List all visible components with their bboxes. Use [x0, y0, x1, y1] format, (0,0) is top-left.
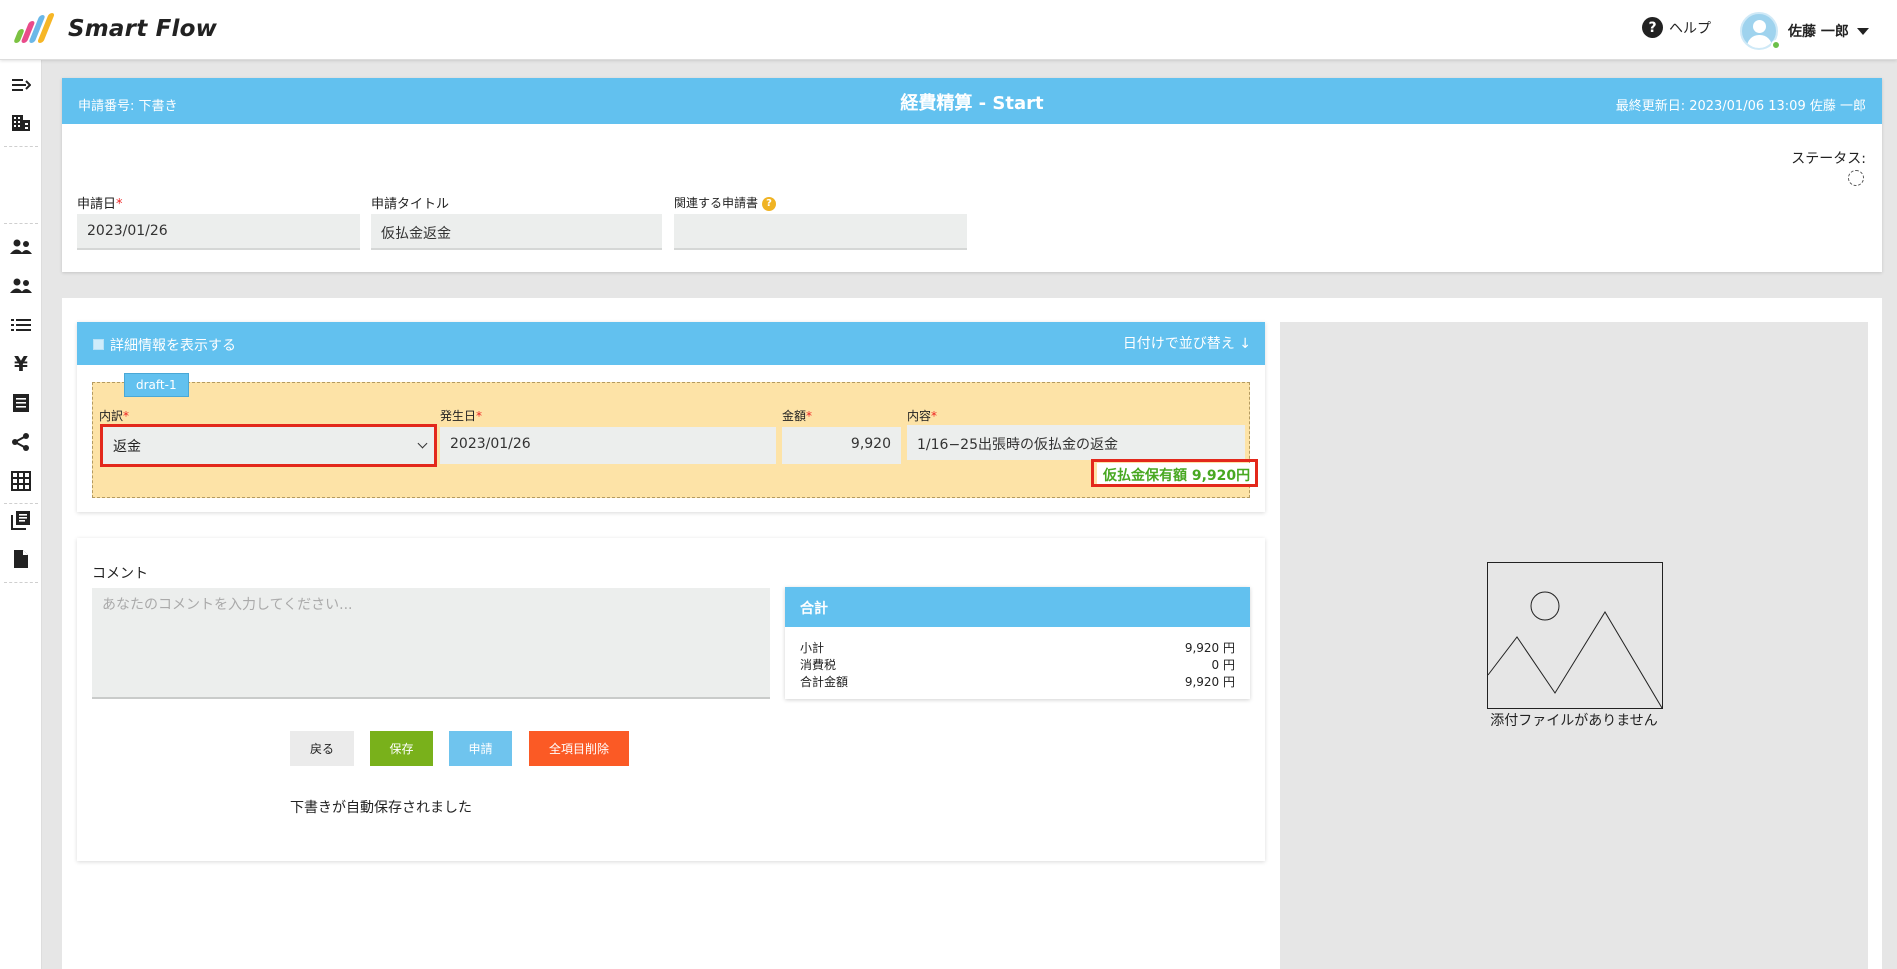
application-title-label: 申請タイトル	[371, 197, 450, 212]
form-title: 経費精算 - Start	[900, 93, 1044, 114]
library-icon[interactable]	[8, 507, 34, 533]
last-updated: 最終更新日: 2023/01/06 13:09 佐藤 一郎	[1615, 99, 1866, 114]
save-button[interactable]: 保存	[370, 731, 433, 766]
highlight-frame	[100, 424, 437, 467]
grand-total-row: 合計金額 9,920 円	[800, 675, 1235, 689]
application-date-field[interactable]: 2023/01/26	[77, 214, 360, 250]
totals-title: 合計	[785, 587, 1250, 627]
amount-label: 金額*	[782, 409, 813, 423]
detail-header-bar: 詳細情報を表示する 日付けで並び替え ↓	[77, 322, 1265, 365]
sidebar: ¥	[0, 60, 42, 969]
attachment-panel[interactable]	[1280, 322, 1868, 969]
sidebar-divider	[4, 223, 38, 224]
application-title-field[interactable]: 仮払金返金	[371, 214, 662, 250]
related-application-label: 関連する申請書?	[674, 194, 777, 211]
autosave-message: 下書きが自動保存されました	[290, 800, 472, 816]
help-label: ヘルプ	[1669, 20, 1711, 37]
application-header-card: 申請番号: 下書き 経費精算 - Start 最終更新日: 2023/01/06…	[62, 78, 1882, 272]
people-icon[interactable]	[8, 234, 34, 260]
comment-input[interactable]: あなたのコメントを入力してください...	[92, 588, 770, 699]
comment-label: コメント	[92, 566, 148, 582]
sidebar-divider	[4, 503, 38, 504]
share-icon[interactable]	[8, 429, 34, 455]
building-icon[interactable]	[8, 110, 34, 136]
sidebar-divider	[4, 146, 38, 147]
list-icon[interactable]	[8, 312, 34, 338]
show-details-checkbox[interactable]	[93, 339, 104, 350]
arrow-down-icon: ↓	[1239, 336, 1251, 352]
related-application-field[interactable]	[674, 214, 967, 250]
status-loading-icon	[1848, 170, 1864, 186]
grid-icon[interactable]	[8, 468, 34, 494]
subtotal-row: 小計 9,920 円	[800, 641, 1235, 655]
chevron-down-icon	[1856, 27, 1869, 35]
people-icon[interactable]	[8, 273, 34, 299]
category-label: 内訳*	[99, 409, 130, 423]
delete-all-button[interactable]: 全項目削除	[529, 731, 629, 766]
totals-card: 合計 小計 9,920 円 消費税 0 円 合計金額 9,920 円	[785, 587, 1250, 699]
occurrence-date-field[interactable]: 2023/01/26	[440, 427, 776, 464]
help-icon: ?	[1642, 17, 1663, 38]
file-icon[interactable]	[8, 546, 34, 572]
top-bar: Smart Flow ? ヘルプ 佐藤 一郎	[0, 0, 1897, 60]
content-field[interactable]: 1/16−25出張時の仮払金の返金	[907, 425, 1245, 460]
apply-button[interactable]: 申請	[449, 731, 512, 766]
user-name: 佐藤 一郎	[1788, 24, 1849, 40]
back-button[interactable]: 戻る	[290, 731, 354, 766]
logo-mark-icon	[12, 13, 58, 45]
form-title-bar: 申請番号: 下書き 経費精算 - Start 最終更新日: 2023/01/06…	[62, 78, 1882, 124]
amount-field[interactable]: 9,920	[782, 427, 901, 464]
online-status-icon	[1771, 40, 1781, 50]
sort-by-date-button[interactable]: 日付けで並び替え ↓	[1123, 333, 1251, 353]
tax-row: 消費税 0 円	[800, 658, 1235, 672]
highlight-frame	[1091, 459, 1258, 487]
document-list-icon[interactable]	[8, 390, 34, 416]
help-button[interactable]: ? ヘルプ	[1642, 17, 1711, 38]
logo[interactable]: Smart Flow	[12, 12, 217, 46]
user-menu[interactable]: 佐藤 一郎	[1740, 12, 1869, 50]
content-label: 内容*	[907, 409, 938, 423]
show-details-toggle[interactable]: 詳細情報を表示する	[110, 335, 236, 355]
date-label: 発生日*	[440, 409, 483, 423]
app-name: Smart Flow	[68, 16, 218, 42]
application-date-label: 申請日*	[77, 197, 123, 212]
sidebar-divider	[4, 582, 38, 583]
draft-tag: draft-1	[124, 373, 189, 397]
image-placeholder-icon	[1487, 562, 1663, 709]
question-icon[interactable]: ?	[762, 196, 777, 211]
detail-card: 詳細情報を表示する 日付けで並び替え ↓	[77, 322, 1265, 512]
status-label: ステータス:	[1791, 151, 1866, 167]
expand-menu-icon[interactable]	[8, 72, 34, 98]
no-attachment-text: 添付ファイルがありません	[1490, 713, 1658, 729]
yen-icon[interactable]: ¥	[8, 351, 34, 377]
